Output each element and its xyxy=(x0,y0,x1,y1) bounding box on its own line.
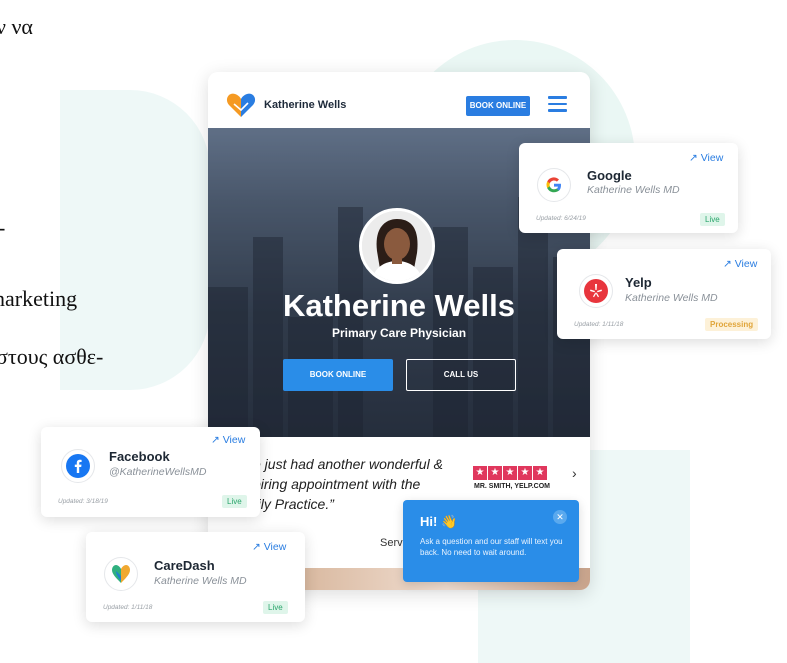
hero-doctor-name: Katherine Wells xyxy=(282,288,515,323)
hero-doctor-title: Primary Care Physician xyxy=(331,326,467,340)
site-brand-name[interactable]: Katherine Wells xyxy=(264,99,346,111)
external-link-icon: ↗ xyxy=(252,541,261,553)
status-badge: Processing xyxy=(705,318,759,331)
close-icon[interactable]: ✕ xyxy=(553,510,567,524)
card-updated: Updated: 1/11/18 xyxy=(103,604,153,611)
external-link-icon: ↗ xyxy=(723,258,732,270)
star-icon: ★ xyxy=(488,466,502,480)
card-title: Yelp xyxy=(625,275,652,290)
hero-call-us-button[interactable]: CALL US xyxy=(406,359,516,391)
view-label: View xyxy=(263,541,287,553)
card-updated: Updated: 1/11/18 xyxy=(574,321,624,328)
view-label: View xyxy=(222,434,246,446)
card-title: Google xyxy=(587,168,632,183)
view-link[interactable]: ↗ View xyxy=(689,152,723,164)
hamburger-menu-icon[interactable] xyxy=(548,96,567,112)
card-title: Facebook xyxy=(109,449,170,464)
site-header: Katherine Wells BOOK ONLINE xyxy=(208,72,590,128)
card-updated: Updated: 6/24/19 xyxy=(536,215,586,222)
chat-widget[interactable]: Hi! 👋 ✕ Ask a question and our staff wil… xyxy=(403,500,579,582)
hero-book-online-button[interactable]: BOOK ONLINE xyxy=(283,359,393,391)
review-card-yelp[interactable]: Yelp Katherine Wells MD ↗ View Updated: … xyxy=(557,249,771,339)
status-badge: Live xyxy=(263,601,288,614)
header-book-online-button[interactable]: BOOK ONLINE xyxy=(466,96,530,116)
background-text-line-2: - xyxy=(0,215,5,241)
facebook-icon xyxy=(61,449,95,483)
view-link[interactable]: ↗ View xyxy=(723,258,757,270)
card-subtitle: Katherine Wells MD xyxy=(625,292,718,304)
heart-logo-icon xyxy=(226,93,256,117)
doctor-avatar xyxy=(359,208,435,284)
chevron-right-icon[interactable]: › xyxy=(572,465,577,481)
background-text-line-1: ν να xyxy=(0,14,33,39)
card-subtitle: @KatherineWellsMD xyxy=(109,466,207,478)
caredash-icon xyxy=(104,557,138,591)
google-icon xyxy=(537,168,571,202)
view-label: View xyxy=(734,258,758,270)
background-text-line-3: narketing xyxy=(0,286,78,311)
review-card-facebook[interactable]: Facebook @KatherineWellsMD ↗ View Update… xyxy=(41,427,260,517)
card-subtitle: Katherine Wells MD xyxy=(154,575,247,587)
view-label: View xyxy=(700,152,724,164)
chat-message: Ask a question and our staff will text y… xyxy=(420,537,563,557)
background-text-line-4: στους ασθε- xyxy=(0,344,104,369)
chat-greeting: Hi! 👋 xyxy=(420,514,458,529)
testimonial-reviewer: MR. SMITH, YELP.COM xyxy=(474,483,550,490)
star-icon: ★ xyxy=(503,466,517,480)
card-subtitle: Katherine Wells MD xyxy=(587,184,680,196)
star-icon: ★ xyxy=(518,466,532,480)
review-card-google[interactable]: Google Katherine Wells MD ↗ View Updated… xyxy=(519,143,738,233)
view-link[interactable]: ↗ View xyxy=(211,434,245,446)
status-badge: Live xyxy=(700,213,725,226)
star-icon: ★ xyxy=(473,466,487,480)
star-rating: ★ ★ ★ ★ ★ xyxy=(473,462,548,480)
services-heading: Servi xyxy=(380,537,406,549)
external-link-icon: ↗ xyxy=(689,152,698,164)
external-link-icon: ↗ xyxy=(211,434,220,446)
review-card-caredash[interactable]: CareDash Katherine Wells MD ↗ View Updat… xyxy=(86,532,305,622)
yelp-icon xyxy=(579,274,613,308)
card-updated: Updated: 3/18/19 xyxy=(58,498,108,505)
view-link[interactable]: ↗ View xyxy=(252,541,286,553)
status-badge: Live xyxy=(222,495,247,508)
card-title: CareDash xyxy=(154,558,215,573)
star-icon: ★ xyxy=(533,466,547,480)
